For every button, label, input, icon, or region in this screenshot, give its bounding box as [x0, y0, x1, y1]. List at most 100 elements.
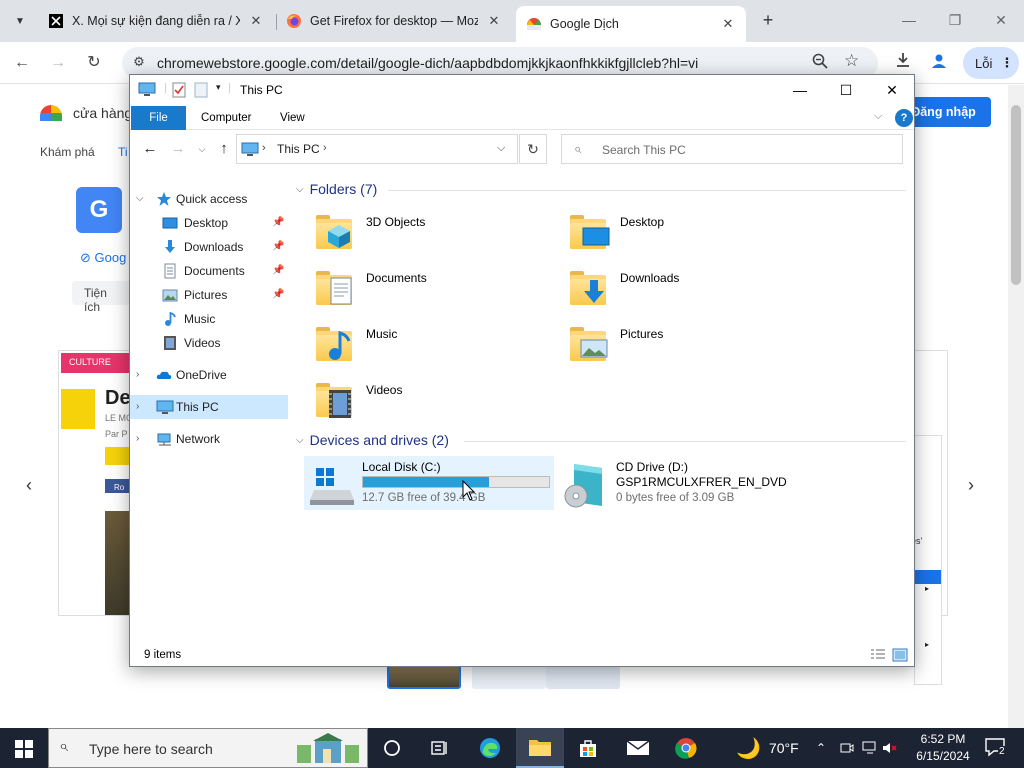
edge-icon[interactable]	[466, 728, 514, 768]
nav-network[interactable]: › Network	[130, 427, 288, 451]
collapsed-chevron-icon[interactable]: ›	[136, 395, 139, 419]
expand-ribbon-icon[interactable]: ⌵	[874, 110, 882, 123]
up-arrow-icon[interactable]: ↑	[214, 139, 234, 159]
zoom-icon[interactable]	[812, 53, 828, 72]
breadcrumb-chevron-icon[interactable]: ›	[323, 142, 327, 154]
folder-pictures[interactable]: Pictures	[550, 319, 800, 369]
taskbar-search-input[interactable]: ⌕ Type here to search	[48, 728, 368, 768]
download-icon[interactable]	[891, 52, 915, 74]
nav-discover[interactable]: Khám phá	[40, 145, 95, 159]
carousel-thumb[interactable]	[546, 665, 620, 689]
category-chip[interactable]: Tiện ích	[72, 281, 134, 314]
nav-downloads[interactable]: Downloads 📌	[130, 235, 288, 259]
tab-firefox[interactable]: Get Firefox for desktop — Moz ✕	[276, 6, 512, 36]
tab-close-icon[interactable]: ✕	[248, 13, 264, 29]
volume-muted-icon[interactable]	[882, 728, 898, 768]
collapse-group-icon[interactable]: ⌵	[296, 435, 304, 446]
customize-qa-icon[interactable]: ▾	[216, 82, 221, 98]
drive-local-disk-c[interactable]: Local Disk (C:) 12.7 GB free of 39.4 GB	[304, 456, 554, 510]
nav-documents[interactable]: Documents 📌	[130, 259, 288, 283]
microsoft-store-icon[interactable]	[564, 728, 612, 768]
weather-widget[interactable]: 🌙 70°F	[736, 728, 799, 768]
minimize-icon[interactable]: —	[894, 8, 924, 32]
nav-this-pc[interactable]: › This PC	[130, 395, 288, 419]
forward-arrow-icon[interactable]: →	[46, 52, 70, 74]
chrome-icon[interactable]	[662, 728, 710, 768]
minimize-icon[interactable]: —	[777, 75, 823, 106]
collapsed-chevron-icon[interactable]: ›	[136, 363, 139, 387]
large-icons-view-icon[interactable]	[892, 648, 908, 662]
start-button[interactable]	[0, 728, 48, 768]
folder-3d-objects[interactable]: 3D Objects	[296, 207, 546, 257]
folder-music[interactable]: Music	[296, 319, 546, 369]
nav-extensions[interactable]: Ti	[118, 145, 128, 159]
tab-close-icon[interactable]: ✕	[486, 13, 502, 29]
page-scrollbar[interactable]	[1008, 85, 1024, 728]
explorer-address-bar[interactable]: › This PC › ⌵	[236, 134, 518, 164]
close-icon[interactable]: ✕	[869, 75, 915, 106]
forward-arrow-icon[interactable]: →	[168, 139, 188, 159]
tab-x[interactable]: X. Mọi sự kiện đang diễn ra / X ✕	[38, 6, 274, 36]
collapsed-chevron-icon[interactable]: ›	[136, 427, 139, 451]
profile-avatar-icon[interactable]	[927, 52, 951, 74]
maximize-icon[interactable]: ☐	[823, 75, 869, 106]
restore-icon[interactable]: ❐	[940, 8, 970, 32]
carousel-thumb[interactable]	[472, 665, 546, 689]
scrollbar-thumb[interactable]	[1011, 105, 1021, 285]
videos-folder-icon	[312, 377, 354, 421]
folders-group-header[interactable]: ⌵ Folders (7)	[296, 181, 377, 197]
properties-icon[interactable]	[172, 82, 186, 98]
nav-music[interactable]: Music	[130, 307, 288, 331]
bookmark-star-icon[interactable]: ☆	[844, 51, 859, 71]
carousel-thumb[interactable]	[387, 665, 461, 689]
widgets-icon[interactable]	[416, 728, 464, 768]
folder-desktop[interactable]: Desktop	[550, 207, 800, 257]
nav-desktop[interactable]: Desktop 📌	[130, 211, 288, 235]
folder-videos[interactable]: Videos	[296, 375, 546, 425]
mail-icon[interactable]	[614, 728, 662, 768]
folder-documents[interactable]: Documents	[296, 263, 546, 313]
drive-cd-d[interactable]: CD Drive (D:) GSP1RMCULXFRER_EN_DVD 0 by…	[558, 456, 808, 510]
back-arrow-icon[interactable]: ←	[10, 52, 34, 74]
ribbon-tab-view[interactable]: View	[266, 106, 319, 130]
nav-videos[interactable]: Videos	[130, 331, 288, 355]
address-dropdown-icon[interactable]: ⌵	[497, 142, 505, 155]
tab-close-icon[interactable]: ✕	[720, 16, 736, 32]
network-status-icon[interactable]	[862, 728, 878, 768]
task-view-icon[interactable]	[368, 728, 416, 768]
carousel-prev-icon[interactable]: ‹	[26, 475, 32, 496]
details-view-icon[interactable]	[870, 648, 886, 662]
drives-group-header[interactable]: ⌵ Devices and drives (2)	[296, 432, 449, 448]
tab-search-chevron-icon[interactable]: ▼	[8, 10, 32, 32]
nav-quick-access[interactable]: ⌵ Quick access	[130, 187, 288, 211]
breadcrumb-this-pc[interactable]: This PC	[277, 142, 320, 156]
system-clock[interactable]: 6:52 PM 6/15/2024	[912, 731, 974, 765]
reload-icon[interactable]: ↻	[82, 52, 106, 74]
new-tab-button[interactable]: +	[758, 10, 778, 30]
profile-error-button[interactable]: Lỗi ⋮	[963, 47, 1019, 79]
folder-downloads[interactable]: Downloads	[550, 263, 800, 313]
file-explorer-taskbar-icon[interactable]	[516, 728, 564, 768]
ribbon-tab-file[interactable]: File	[131, 106, 186, 130]
close-window-icon[interactable]: ✕	[986, 8, 1016, 32]
show-hidden-icons-icon[interactable]: ⌃	[816, 728, 826, 768]
tab-google-dich[interactable]: Google Dịch ✕	[516, 6, 746, 42]
refresh-icon[interactable]: ↻	[519, 134, 547, 164]
google-publisher-link[interactable]: ⊘ Goog	[80, 250, 126, 266]
ribbon-tab-computer[interactable]: Computer	[187, 106, 266, 130]
notification-center-icon[interactable]: 2	[984, 736, 1008, 760]
recent-locations-icon[interactable]: ⌵	[192, 139, 212, 159]
nav-pictures[interactable]: Pictures 📌	[130, 283, 288, 307]
back-arrow-icon[interactable]: ←	[140, 139, 160, 159]
new-folder-icon[interactable]	[194, 82, 208, 98]
help-icon[interactable]: ?	[895, 109, 913, 127]
site-info-icon[interactable]: ⚙	[130, 54, 148, 72]
nav-onedrive[interactable]: › OneDrive	[130, 363, 288, 387]
menu-dots-icon[interactable]: ⋮	[1000, 55, 1013, 71]
carousel-next-icon[interactable]: ›	[968, 475, 974, 496]
collapse-group-icon[interactable]: ⌵	[296, 184, 304, 195]
expanded-chevron-icon[interactable]: ⌵	[136, 187, 144, 211]
meet-now-icon[interactable]	[840, 728, 854, 768]
explorer-search-input[interactable]: ⌕ Search This PC	[561, 134, 903, 164]
breadcrumb-chevron-icon[interactable]: ›	[262, 142, 266, 154]
